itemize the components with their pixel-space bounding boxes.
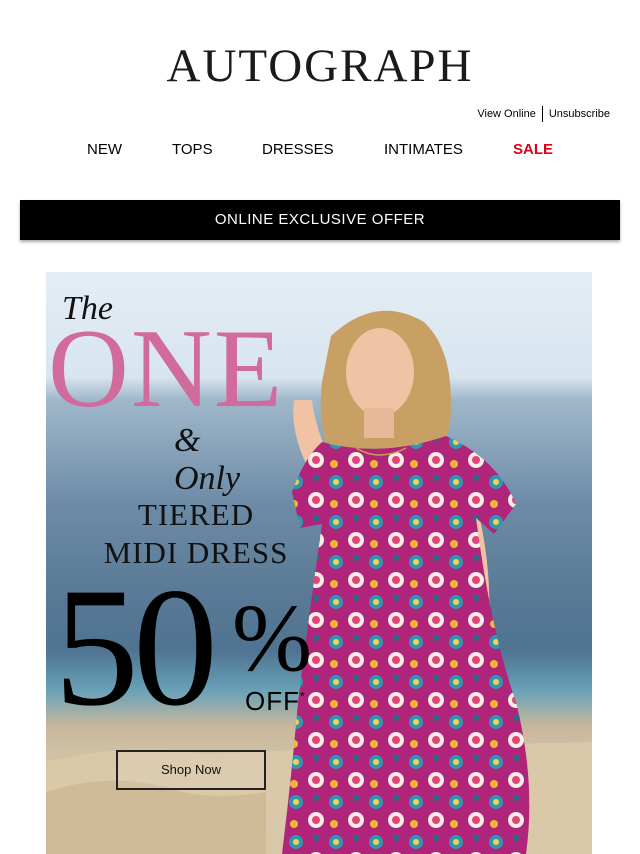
- utility-links: View Online Unsubscribe: [477, 106, 610, 122]
- shop-now-button[interactable]: Shop Now: [116, 750, 266, 790]
- main-nav: NEW TOPS DRESSES INTIMATES SALE: [0, 141, 640, 163]
- utility-divider: [541, 106, 543, 122]
- discount-off-label: OFF: [245, 686, 300, 716]
- nav-item-new[interactable]: NEW: [87, 141, 122, 158]
- view-online-link[interactable]: View Online: [477, 108, 536, 120]
- headline-one: ONE: [48, 307, 285, 431]
- hero-banner[interactable]: The ONE & Only TIERED MIDI DRESS 50 % OF…: [46, 272, 592, 854]
- nav-item-tops[interactable]: TOPS: [172, 141, 213, 158]
- brand-logo[interactable]: AUTOGRAPH: [0, 36, 640, 96]
- exclusive-offer-banner[interactable]: ONLINE EXCLUSIVE OFFER: [20, 200, 620, 240]
- nav-item-intimates[interactable]: INTIMATES: [384, 141, 463, 158]
- unsubscribe-link[interactable]: Unsubscribe: [549, 108, 610, 120]
- nav-item-dresses[interactable]: DRESSES: [262, 141, 334, 158]
- discount-number: 50: [54, 553, 218, 741]
- discount-percent: %: [232, 584, 312, 691]
- product-line-1: TIERED: [137, 497, 255, 532]
- nav-item-sale[interactable]: SALE: [513, 141, 553, 158]
- headline-only: & Only: [174, 422, 241, 497]
- discount-off: OFF*: [245, 686, 306, 717]
- discount-asterisk: *: [300, 689, 306, 704]
